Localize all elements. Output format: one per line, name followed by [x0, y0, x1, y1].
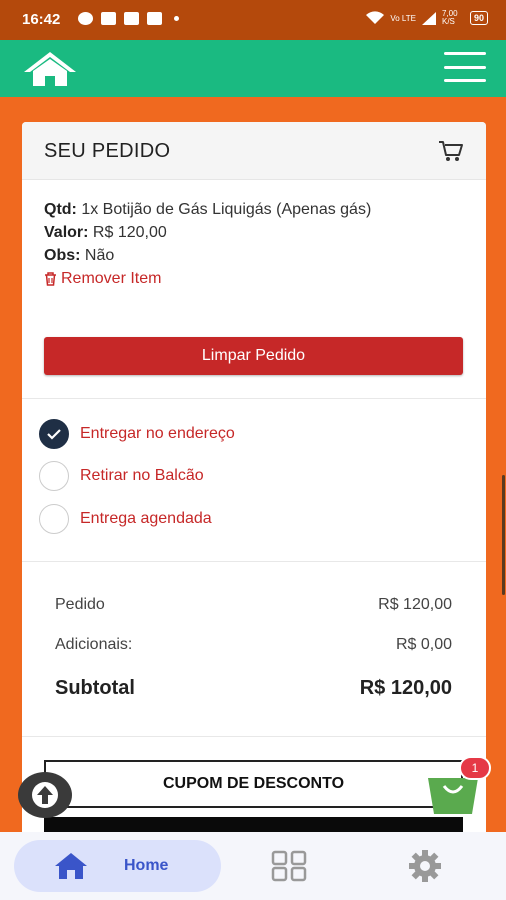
status-right: Vo LTE 7,00 K/S 90 [366, 10, 488, 26]
divider [22, 398, 486, 399]
more-dot-icon [174, 16, 179, 21]
scroll-top-button[interactable] [18, 772, 72, 818]
summary-pedido: Pedido R$ 120,00 [55, 596, 452, 613]
radio-unchecked[interactable] [39, 504, 69, 534]
nav-home-label: Home [124, 857, 169, 874]
network-label: Vo LTE [390, 13, 416, 23]
summary-subtotal: Subtotal R$ 120,00 [55, 677, 452, 699]
divider [22, 736, 486, 737]
summary-adicionais: Adicionais: R$ 0,00 [55, 636, 452, 653]
option-label: Entrega agendada [80, 510, 212, 527]
trash-icon [45, 271, 56, 286]
option-pickup-counter[interactable]: Retirar no Balcão [39, 461, 204, 491]
message-icon [101, 12, 116, 25]
radio-unchecked[interactable] [39, 461, 69, 491]
option-scheduled-delivery[interactable]: Entrega agendada [39, 504, 212, 534]
status-bar: 16:42 Vo LTE 7,00 K/S 90 [0, 0, 506, 40]
item-qtd: Qtd: 1x Botijão de Gás Liquigás (Apenas … [44, 201, 372, 218]
coupon-button[interactable]: CUPOM DE DESCONTO [44, 760, 463, 808]
radio-checked[interactable] [39, 419, 69, 449]
order-card: SEU PEDIDO Qtd: 1x Botijão de Gás Liquig… [22, 122, 486, 842]
arrow-up-icon [32, 782, 58, 808]
chart-icon [147, 12, 162, 25]
battery-icon: 90 [469, 11, 488, 25]
menu-icon[interactable] [444, 52, 486, 82]
cart-icon [439, 141, 463, 161]
option-deliver-address[interactable]: Entregar no endereço [39, 419, 235, 449]
image-icon [124, 12, 139, 25]
remove-item-link[interactable]: Remover Item [44, 267, 371, 290]
signal-icon [421, 11, 436, 25]
remove-item-label: Remover Item [61, 270, 162, 287]
order-item: Qtd: 1x Botijão de Gás Liquigás (Apenas … [44, 198, 371, 290]
cart-count-badge: 1 [459, 756, 491, 780]
notification-icons [78, 12, 179, 25]
option-label: Entregar no endereço [80, 425, 235, 442]
card-header: SEU PEDIDO [22, 122, 486, 180]
clear-order-button[interactable]: Limpar Pedido [44, 337, 463, 375]
gear-icon[interactable] [407, 849, 443, 883]
option-label: Retirar no Balcão [80, 467, 204, 484]
app-bar [0, 40, 506, 97]
home-icon [55, 853, 87, 879]
item-valor: Valor: R$ 120,00 [44, 224, 167, 241]
grid-icon[interactable] [271, 850, 307, 882]
scrollbar[interactable] [502, 475, 505, 595]
item-obs: Obs: Não [44, 247, 115, 264]
nav-home[interactable]: Home [14, 840, 221, 892]
bottom-nav: Home [0, 832, 506, 900]
wifi-icon [366, 11, 385, 24]
messenger-icon [78, 12, 93, 25]
check-icon [47, 428, 61, 440]
network-speed: 7,00 K/S [441, 9, 458, 26]
order-title: SEU PEDIDO [44, 140, 171, 162]
home-logo-icon[interactable] [22, 50, 78, 88]
status-time: 16:42 [22, 11, 61, 28]
divider [22, 561, 486, 562]
